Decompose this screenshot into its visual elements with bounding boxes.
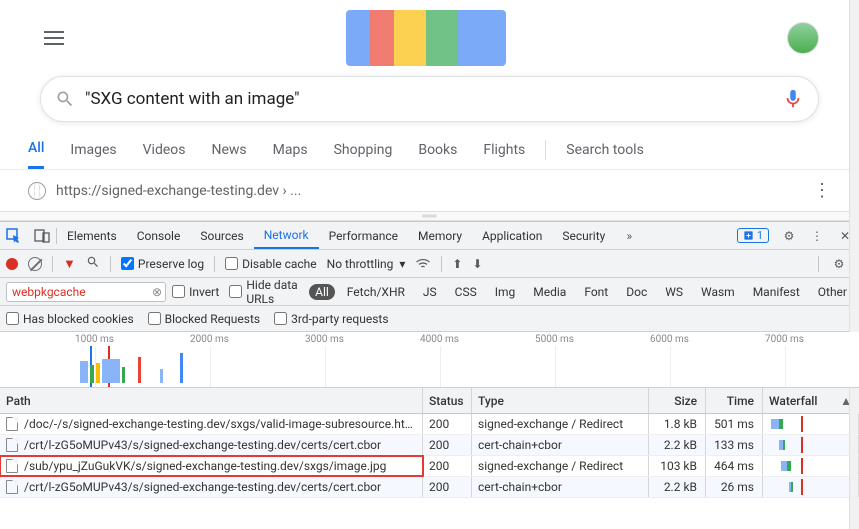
search-icon: [55, 89, 75, 109]
filter-type-manifest[interactable]: Manifest: [747, 284, 806, 300]
file-icon: [6, 459, 18, 473]
clear-button[interactable]: [28, 257, 42, 271]
throttling-select[interactable]: No throttling ▾: [327, 257, 406, 271]
devtools-tab-network[interactable]: Network: [254, 222, 319, 249]
filter-type-other[interactable]: Other: [812, 284, 853, 300]
kebab-icon[interactable]: ⋮: [803, 223, 831, 249]
tab-shopping[interactable]: Shopping: [334, 132, 393, 168]
filter-type-wasm[interactable]: Wasm: [695, 284, 741, 300]
mic-icon[interactable]: [782, 88, 804, 110]
tab-books[interactable]: Books: [418, 132, 457, 168]
filter-type-font[interactable]: Font: [578, 284, 614, 300]
google-logo[interactable]: [346, 10, 506, 66]
file-icon: [6, 438, 18, 452]
invert-checkbox[interactable]: Invert: [172, 285, 219, 299]
network-table-header: Path Status Type Size Time Waterfall▲: [0, 388, 859, 414]
download-har-icon[interactable]: ⬇: [472, 257, 482, 271]
clear-filter-icon[interactable]: ⊗: [152, 285, 162, 299]
network-row[interactable]: /crt/l-zG5oMUPv43/s/signed-exchange-test…: [0, 435, 859, 456]
devtools-tab-elements[interactable]: Elements: [57, 222, 127, 249]
timeline-overview[interactable]: 1000 ms2000 ms3000 ms4000 ms5000 ms6000 …: [0, 332, 859, 388]
filter-type-doc[interactable]: Doc: [620, 284, 653, 300]
filter-type-media[interactable]: Media: [527, 284, 572, 300]
file-icon: [6, 480, 18, 494]
filter-icon[interactable]: ▼: [63, 256, 76, 272]
search-small-icon[interactable]: [86, 255, 100, 272]
tab-videos[interactable]: Videos: [143, 132, 186, 168]
filter-type-css[interactable]: CSS: [449, 284, 483, 300]
more-icon[interactable]: ⋮: [813, 180, 831, 201]
disable-cache-checkbox[interactable]: Disable cache: [225, 257, 317, 271]
network-row[interactable]: /sub/ypu_jZuGukVK/s/signed-exchange-test…: [0, 456, 859, 477]
filter-type-ws[interactable]: WS: [659, 284, 689, 300]
preserve-log-checkbox[interactable]: Preserve log: [121, 257, 204, 271]
avatar[interactable]: [787, 22, 819, 54]
third-party-checkbox[interactable]: 3rd-party requests: [274, 312, 388, 326]
upload-har-icon[interactable]: ⬆: [452, 257, 462, 271]
hamburger-menu[interactable]: [40, 26, 64, 50]
col-path[interactable]: Path: [0, 388, 423, 413]
inspect-icon[interactable]: [0, 223, 28, 249]
issues-badge[interactable]: 1: [737, 228, 769, 243]
filter-type-img[interactable]: Img: [489, 284, 522, 300]
col-waterfall[interactable]: Waterfall▲: [763, 388, 859, 413]
col-type[interactable]: Type: [472, 388, 649, 413]
result-url[interactable]: https://signed-exchange-testing.dev › ..…: [56, 183, 301, 199]
blocked-cookies-checkbox[interactable]: Has blocked cookies: [6, 312, 134, 326]
hide-data-urls-checkbox[interactable]: Hide data URLs: [229, 278, 299, 306]
network-row[interactable]: /doc/-/s/signed-exchange-testing.dev/sxg…: [0, 414, 859, 435]
globe-icon: [28, 182, 46, 200]
devtools-tab-application[interactable]: Application: [472, 222, 552, 249]
tab-news[interactable]: News: [212, 132, 247, 168]
settings-icon[interactable]: ⚙: [775, 223, 803, 249]
devtools-tab-console[interactable]: Console: [127, 222, 191, 249]
blocked-requests-checkbox[interactable]: Blocked Requests: [148, 312, 260, 326]
more-tabs-icon[interactable]: »: [615, 223, 643, 249]
devtools-tab-memory[interactable]: Memory: [408, 222, 472, 249]
devtools-tab-security[interactable]: Security: [552, 222, 615, 249]
device-toggle-icon[interactable]: [28, 223, 56, 249]
tab-flights[interactable]: Flights: [483, 132, 525, 168]
search-input[interactable]: [75, 89, 782, 109]
search-tools[interactable]: Search tools: [566, 132, 644, 168]
col-size[interactable]: Size: [649, 388, 706, 413]
search-bar[interactable]: [40, 76, 819, 122]
tab-all[interactable]: All: [28, 130, 44, 169]
filter-type-all[interactable]: All: [309, 284, 335, 300]
tab-maps[interactable]: Maps: [273, 132, 308, 168]
filter-input[interactable]: [6, 282, 166, 302]
col-time[interactable]: Time: [706, 388, 763, 413]
devtools-tab-performance[interactable]: Performance: [319, 222, 408, 249]
record-button[interactable]: [6, 258, 18, 270]
file-icon: [6, 417, 18, 431]
devtools-tab-sources[interactable]: Sources: [190, 222, 253, 249]
drag-handle[interactable]: ══: [0, 211, 859, 221]
col-status[interactable]: Status: [423, 388, 472, 413]
network-conditions-icon[interactable]: [415, 255, 431, 272]
network-row[interactable]: /crt/l-zG5oMUPv43/s/signed-exchange-test…: [0, 477, 859, 498]
tab-images[interactable]: Images: [70, 132, 116, 168]
filter-type-js[interactable]: JS: [417, 284, 443, 300]
filter-type-fetch-xhr[interactable]: Fetch/XHR: [341, 284, 411, 300]
